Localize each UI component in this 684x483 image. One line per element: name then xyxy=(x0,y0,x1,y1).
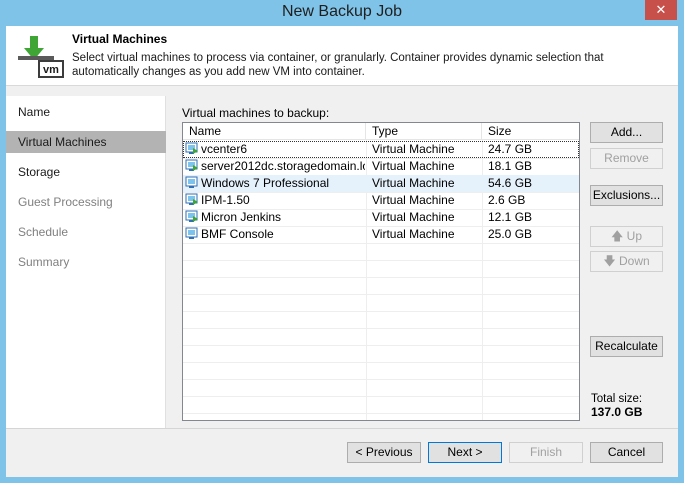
table-row[interactable]: server2012dc.storagedomain.lo... Virtual… xyxy=(183,158,579,175)
total-size-value: 137.0 GB xyxy=(591,405,643,419)
remove-button[interactable]: Remove xyxy=(590,148,663,169)
column-header-size[interactable]: Size xyxy=(482,123,579,140)
close-icon: ✕ xyxy=(655,2,667,17)
nav-item-schedule[interactable]: Schedule xyxy=(6,221,166,243)
dialog-client-area: vm Virtual Machines Select virtual machi… xyxy=(6,26,678,477)
arrow-down-icon: 🡇 xyxy=(603,254,616,268)
vm-type: Virtual Machine xyxy=(372,193,455,207)
vm-size: 54.6 GB xyxy=(488,176,533,190)
total-size-label: Total size: xyxy=(591,393,643,405)
nav-item-storage[interactable]: Storage xyxy=(6,161,166,183)
vm-size: 12.1 GB xyxy=(488,210,533,224)
arrow-up-icon: 🡅 xyxy=(610,229,624,243)
up-label: Up xyxy=(626,229,643,243)
vm-icon xyxy=(185,227,198,239)
vm-size: 18.1 GB xyxy=(488,159,533,173)
vm-size: 25.0 GB xyxy=(488,227,533,241)
cancel-button[interactable]: Cancel xyxy=(590,442,663,463)
table-row[interactable]: vcenter6 Virtual Machine 24.7 GB xyxy=(183,141,579,158)
vm-type: Virtual Machine xyxy=(372,227,455,241)
exclusions-button[interactable]: Exclusions... xyxy=(590,185,663,206)
vm-type: Virtual Machine xyxy=(372,176,455,190)
previous-button[interactable]: < Previous xyxy=(347,442,421,463)
vm-running-icon xyxy=(185,193,198,205)
vm-size: 24.7 GB xyxy=(488,142,533,156)
vm-name: Windows 7 Professional xyxy=(201,176,330,190)
title-bar[interactable]: New Backup Job ✕ xyxy=(0,0,684,26)
next-button[interactable]: Next > xyxy=(428,442,502,463)
window-title: New Backup Job xyxy=(281,3,403,20)
finish-button[interactable]: Finish xyxy=(509,442,583,463)
nav-item-guest-processing[interactable]: Guest Processing xyxy=(6,191,166,213)
column-header-name[interactable]: Name xyxy=(183,123,366,140)
vm-running-icon xyxy=(185,210,198,222)
down-label: Down xyxy=(619,254,650,268)
header-title: Virtual Machines xyxy=(72,32,168,46)
table-row[interactable]: Windows 7 Professional Virtual Machine 5… xyxy=(183,175,579,192)
vm-icon xyxy=(185,176,198,188)
close-button[interactable]: ✕ xyxy=(645,0,677,20)
table-row[interactable]: IPM-1.50 Virtual Machine 2.6 GB xyxy=(183,192,579,209)
vm-type: Virtual Machine xyxy=(372,142,455,156)
vm-download-icon: vm xyxy=(18,36,64,78)
wizard-header: vm Virtual Machines Select virtual machi… xyxy=(6,26,678,86)
vm-name: server2012dc.storagedomain.lo... xyxy=(201,159,365,173)
nav-item-virtual-machines[interactable]: Virtual Machines xyxy=(6,131,166,153)
down-button[interactable]: 🡇 Down xyxy=(590,251,663,272)
vm-name: Micron Jenkins xyxy=(201,210,282,224)
vm-name: vcenter6 xyxy=(201,142,248,156)
svg-text:vm: vm xyxy=(43,64,59,76)
table-header: Name Type Size xyxy=(183,123,579,140)
recalculate-button[interactable]: Recalculate xyxy=(590,336,663,357)
footer-divider xyxy=(6,428,678,429)
wizard-nav: Name Virtual Machines Storage Guest Proc… xyxy=(6,96,166,428)
vm-name: BMF Console xyxy=(201,227,274,241)
vm-list-label: Virtual machines to backup: xyxy=(182,106,330,120)
add-button[interactable]: Add... xyxy=(590,122,663,143)
backup-job-window: New Backup Job ✕ vm Virtual Machines Sel… xyxy=(0,0,684,483)
vm-size: 2.6 GB xyxy=(488,193,526,207)
vm-type: Virtual Machine xyxy=(372,159,455,173)
table-row[interactable]: Micron Jenkins Virtual Machine 12.1 GB xyxy=(183,209,579,226)
vm-name: IPM-1.50 xyxy=(201,193,250,207)
column-header-type[interactable]: Type xyxy=(366,123,482,140)
vm-running-icon xyxy=(185,159,198,171)
vm-type: Virtual Machine xyxy=(372,210,455,224)
vm-running-icon xyxy=(185,142,198,154)
nav-item-summary[interactable]: Summary xyxy=(6,251,166,273)
up-button[interactable]: 🡅 Up xyxy=(590,226,663,247)
vm-list-table[interactable]: Name Type Size vcenter6 Virtual Machine … xyxy=(182,122,580,421)
nav-item-name[interactable]: Name xyxy=(6,101,166,123)
header-description: Select virtual machines to process via c… xyxy=(72,52,604,78)
table-row[interactable]: BMF Console Virtual Machine 25.0 GB xyxy=(183,226,579,243)
